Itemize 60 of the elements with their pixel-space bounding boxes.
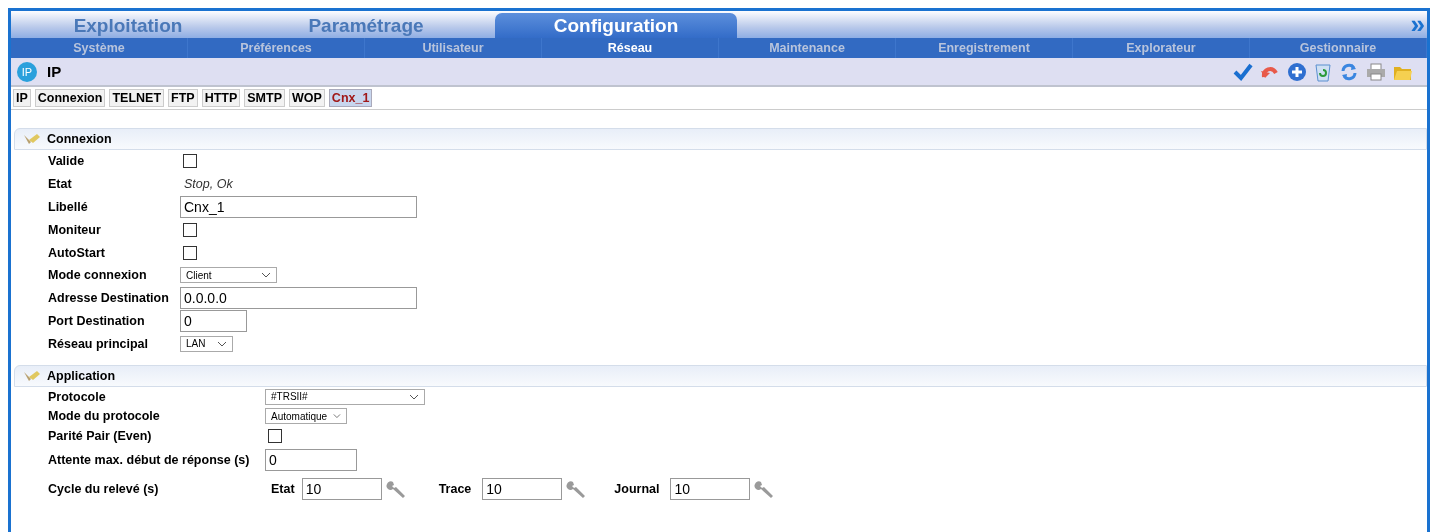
refresh-icon[interactable] — [1339, 61, 1359, 82]
dropdown[interactable]: Automatique — [265, 408, 347, 425]
field-label: Journal — [614, 481, 660, 496]
input-field[interactable]: 10 — [301, 477, 382, 500]
field-label: Etat — [271, 481, 295, 496]
status-text: Stop, Ok — [184, 177, 233, 192]
dropdown[interactable]: LAN — [180, 335, 233, 352]
caret-icon — [409, 393, 419, 400]
checkbox[interactable] — [183, 245, 197, 260]
printer-icon[interactable] — [1366, 62, 1386, 81]
field-label: Libellé — [48, 200, 89, 214]
checkbox[interactable] — [183, 154, 197, 169]
field-label: Protocole — [48, 389, 107, 404]
field-label: Réseau principal — [48, 336, 150, 351]
tools-icon — [23, 132, 41, 146]
sub-tab[interactable]: SMTP — [244, 89, 285, 107]
wrench-icon[interactable] — [565, 478, 588, 499]
input-field[interactable]: 0 — [265, 449, 357, 472]
field-label: Trace — [438, 481, 472, 496]
sub-tab[interactable]: IP — [13, 89, 31, 107]
field-label: Valide — [48, 154, 86, 169]
wrench-icon[interactable] — [753, 478, 776, 499]
section-title: Connexion — [47, 132, 112, 146]
field-label: Parité Pair (Even) — [48, 428, 153, 443]
wrench-icon[interactable] — [384, 478, 407, 499]
field-label: AutoStart — [48, 245, 106, 260]
main-tab[interactable]: Configuration — [495, 13, 737, 38]
section-title: Application — [47, 369, 116, 384]
field-label: Adresse Destination — [48, 291, 170, 306]
input-field[interactable]: 10 — [482, 477, 563, 500]
sub-tab[interactable]: TELNET — [109, 89, 164, 107]
field-label: Attente max. début de réponse (s) — [48, 453, 251, 468]
checkbox[interactable] — [268, 428, 282, 443]
input-field[interactable]: Cnx_1 — [180, 196, 417, 218]
sub-tab[interactable]: Cnx_1 — [328, 89, 373, 107]
caret-icon — [217, 340, 227, 347]
input-field[interactable]: 0 — [180, 309, 247, 332]
recycle-bin-icon[interactable] — [1314, 61, 1332, 82]
dropdown[interactable]: #TRSII# — [265, 388, 425, 405]
field-label: Mode connexion — [48, 268, 148, 283]
ip-badge: IP — [17, 61, 37, 82]
sub-tab[interactable]: Connexion — [34, 89, 106, 107]
tools-icon — [23, 369, 41, 384]
field-label: Mode du protocole — [48, 409, 161, 424]
sub-tab[interactable]: WOP — [289, 89, 325, 107]
checkbox[interactable] — [183, 222, 197, 237]
sub-tab[interactable]: HTTP — [201, 89, 241, 107]
field-label: Etat — [48, 177, 73, 192]
field-label: Cycle du relevé (s) — [48, 481, 160, 496]
input-field[interactable]: 10 — [670, 477, 751, 500]
caret-icon — [333, 413, 341, 420]
sub-tab[interactable]: FTP — [168, 89, 198, 107]
field-label: Moniteur — [48, 222, 102, 237]
add-icon[interactable] — [1287, 61, 1307, 82]
page-title: IP — [47, 63, 62, 80]
caret-icon — [261, 272, 271, 279]
checkmark-icon[interactable] — [1233, 62, 1253, 81]
input-field[interactable]: 0.0.0.0 — [180, 287, 417, 310]
field-label: Port Destination — [48, 313, 146, 328]
dropdown[interactable]: Client — [180, 267, 277, 284]
